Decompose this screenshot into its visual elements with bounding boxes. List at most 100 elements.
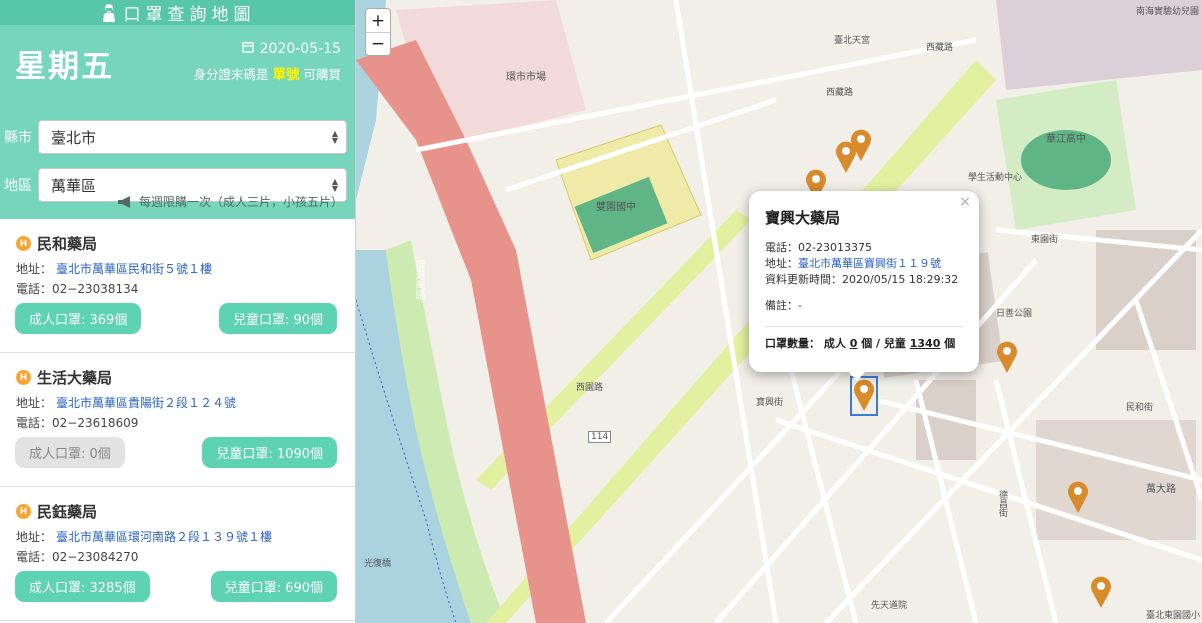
popup-phone-label: 電話： [765, 241, 798, 254]
id-rule-suffix: 可購買 [303, 67, 341, 82]
pharmacy-address: 地址： 臺北市萬華區民和街５號１樓 [16, 260, 340, 277]
map-label: 西藏路 [826, 88, 854, 98]
qty-separator: / [876, 337, 881, 350]
district-value: 萬華區 [51, 176, 97, 195]
address-label: 地址： [16, 262, 53, 276]
popup-mask-quantity: 口罩數量： 成人 0 個 / 兒童 1340 個 [765, 335, 963, 351]
county-label: 縣市 [4, 130, 32, 146]
phone-label: 電話： [16, 282, 53, 296]
date-text: 2020-05-15 [259, 41, 341, 57]
popup-phone-value: 02-23013375 [798, 241, 872, 254]
pharmacy-name: 生活大藥局 [37, 369, 113, 387]
megaphone-icon [117, 195, 133, 208]
popup-note-label: 備註： [765, 299, 798, 312]
child-mask-button[interactable]: 兒童口罩: 690個 [210, 571, 337, 602]
phone-value: 02−23084270 [52, 550, 139, 564]
purchase-notice: 每週限購一次（成人三片，小孩五片） [117, 193, 343, 210]
qty-unit: 個 [861, 337, 873, 350]
app-titlebar: 口罩查詢地圖 [0, 0, 355, 25]
county-value: 臺北市 [51, 128, 97, 147]
popup-divider [765, 326, 963, 327]
map-label: 先天道院 [871, 601, 908, 611]
popup-phone: 電話：02-23013375 [765, 240, 963, 256]
child-mask-button[interactable]: 兒童口罩: 1090個 [202, 437, 337, 468]
address-link[interactable]: 臺北市萬華區民和街５號１樓 [56, 262, 212, 276]
map-label: 華江高中 [1046, 134, 1086, 145]
person-mask-icon [100, 3, 118, 23]
pharmacy-pin-icon[interactable] [995, 340, 1019, 374]
pharmacy-card[interactable]: H 民和藥局 地址： 臺北市萬華區民和街５號１樓 電話：02−23038134 成人… [0, 219, 355, 353]
district-label: 地區 [4, 178, 32, 194]
map-label: 環河南路 [413, 260, 424, 300]
map-label: 西園路 [576, 383, 604, 393]
select-arrows-icon: ▲ ▼ [331, 177, 338, 193]
pharmacy-card[interactable]: H 生活大藥局 地址： 臺北市萬華區貴陽街２段１２４號 電話：02−23618609… [0, 353, 355, 487]
weekday-title: 星期五 [15, 49, 114, 85]
phone-label: 電話： [16, 550, 53, 564]
calendar-icon [241, 41, 254, 57]
map-label: 臺北東園國小 [1146, 611, 1201, 621]
app-title: 口罩查詢地圖 [123, 5, 256, 25]
child-mask-button[interactable]: 兒童口罩: 90個 [218, 303, 337, 334]
zoom-control: + − [365, 8, 391, 56]
map-label: 西藏路 [926, 43, 954, 53]
map-label: 萬大路 [1146, 484, 1176, 495]
app-root: 口罩查詢地圖 星期五 2020-05-15 身分證末碼是 單號 可購買 縣市 臺… [0, 0, 1202, 623]
map-view[interactable]: 環市市場 南海實驗幼兒園 雙園國中 華江高中 臺北天宮 西藏路 西藏路 環河南路… [356, 0, 1202, 623]
map-label: 南海實驗幼兒園 [1136, 7, 1200, 17]
popup-address-link[interactable]: 臺北市萬華區寶興街１１９號 [798, 257, 941, 270]
adult-mask-button[interactable]: 成人口罩: 0個 [15, 437, 125, 468]
phone-value: 02−23038134 [52, 282, 139, 296]
pharmacy-phone: 電話：02−23618609 [16, 414, 340, 431]
id-rule-highlight: 單號 [272, 67, 300, 83]
map-label: 德昌街 [997, 490, 1007, 517]
sidebar: 口罩查詢地圖 星期五 2020-05-15 身分證末碼是 單號 可購買 縣市 臺… [0, 0, 356, 623]
qty-adult-label: 成人 [823, 337, 846, 350]
qty-label: 口罩數量： [765, 337, 820, 350]
map-label: 光復橋 [364, 559, 392, 569]
address-label: 地址： [16, 396, 53, 410]
pharmacy-popup: × 寶興大藥局 電話：02-23013375 地址：臺北市萬華區寶興街１１９號 … [749, 191, 979, 381]
county-select[interactable]: 臺北市 ▲ ▼ [38, 120, 347, 154]
zoom-in-button[interactable]: + [366, 9, 390, 32]
pharmacy-address: 地址： 臺北市萬華區貴陽街２段１２４號 [16, 394, 340, 411]
popup-note: 備註：- [765, 298, 963, 314]
phone-label: 電話： [16, 416, 53, 430]
map-label: 114 [588, 431, 612, 443]
pharmacy-address: 地址： 臺北市萬華區環河南路２段１３９號１樓 [16, 528, 340, 545]
pharmacy-pin-icon[interactable] [1089, 575, 1113, 609]
adult-mask-button[interactable]: 成人口罩: 369個 [15, 303, 142, 334]
notice-text: 每週限購一次（成人三片，小孩五片） [138, 195, 343, 209]
map-label: 日善公園 [996, 309, 1033, 319]
hospital-icon: H [16, 504, 31, 519]
pharmacy-name: 民鈺藥局 [37, 503, 98, 521]
pharmacy-card[interactable]: H 民鈺藥局 地址： 臺北市萬華區環河南路２段１３９號１樓 電話：02−230842… [0, 487, 355, 621]
address-label: 地址： [16, 530, 53, 544]
filter-header: 星期五 2020-05-15 身分證末碼是 單號 可購買 縣市 臺北市 ▲▼ [0, 25, 355, 219]
popup-updated-value: 2020/05/15 18:29:32 [842, 273, 959, 286]
phone-value: 02−23618609 [52, 416, 139, 430]
pharmacy-phone: 電話：02−23038134 [16, 280, 340, 297]
map-label: 民和街 [1126, 403, 1154, 413]
address-link[interactable]: 臺北市萬華區貴陽街２段１２４號 [56, 396, 236, 410]
id-rule-prefix: 身分證末碼是 [193, 67, 269, 82]
zoom-out-button[interactable]: − [366, 32, 390, 55]
county-row: 縣市 臺北市 ▲ ▼ [4, 120, 347, 154]
pharmacy-list: H 民和藥局 地址： 臺北市萬華區民和街５號１樓 電話：02−23038134 成人… [0, 219, 355, 621]
popup-note-value: - [798, 299, 802, 312]
select-arrows-icon: ▲ ▼ [331, 129, 338, 145]
qty-child-count: 1340 [909, 337, 941, 350]
close-icon[interactable]: × [959, 194, 971, 210]
map-label: 寶興街 [756, 398, 784, 408]
selected-pharmacy-pin-icon[interactable] [852, 378, 876, 412]
pharmacy-pin-icon[interactable] [849, 128, 873, 162]
map-label: 學生活動中心 [968, 173, 1023, 183]
map-label: 環市市場 [506, 72, 546, 83]
adult-mask-button[interactable]: 成人口罩: 3285個 [15, 571, 150, 602]
pharmacy-pin-icon[interactable] [1066, 480, 1090, 514]
hospital-icon: H [16, 370, 31, 385]
popup-pharmacy-name: 寶興大藥局 [765, 209, 841, 227]
address-link[interactable]: 臺北市萬華區環河南路２段１３９號１樓 [56, 530, 272, 544]
hospital-icon: H [16, 236, 31, 251]
pharmacy-phone: 電話：02−23084270 [16, 548, 340, 565]
